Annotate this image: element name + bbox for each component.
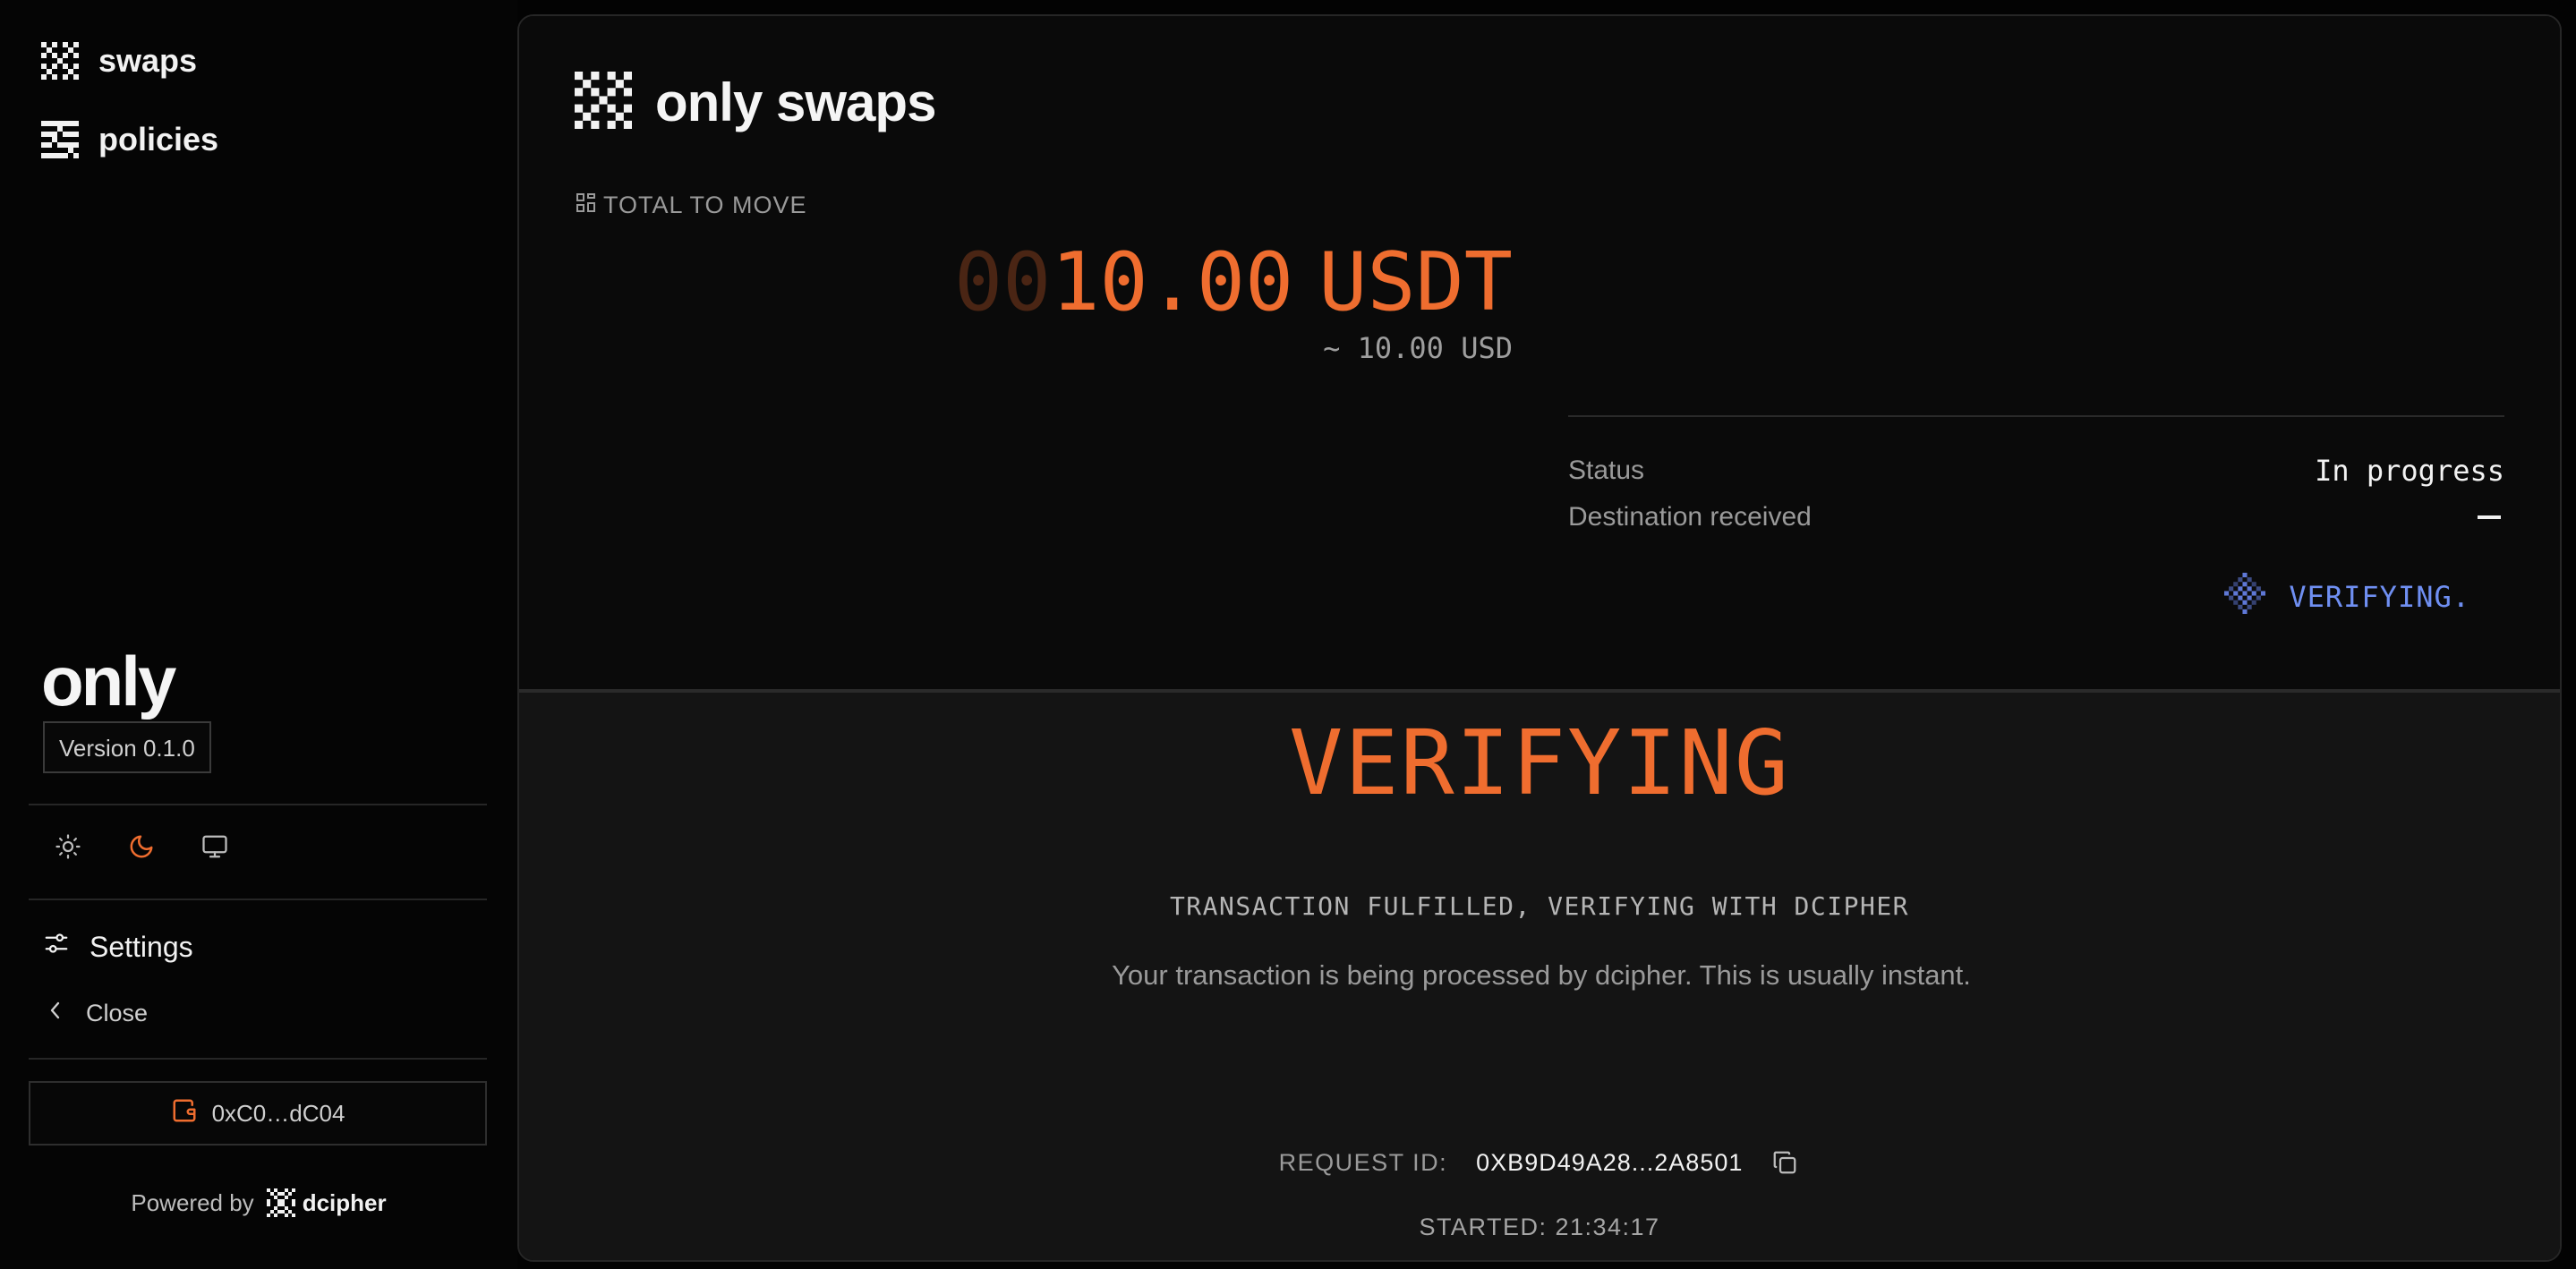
spinner-dots-icon [2224, 573, 2266, 621]
started-time: STARTED: 21:34:17 [1419, 1214, 1660, 1240]
dark-mode-button[interactable] [125, 832, 158, 864]
amount-padding: 00 [953, 235, 1052, 329]
copy-icon [1774, 1151, 1796, 1174]
verifying-badge-text: VERIFYING. [2289, 580, 2470, 614]
close-sidebar-button[interactable]: Close [47, 995, 148, 1031]
brand-logo: only [41, 642, 176, 720]
status-value: In progress [2315, 454, 2504, 488]
wallet-icon [171, 1097, 198, 1130]
wallet-button[interactable]: 0xC0…dC04 [29, 1081, 487, 1146]
nav-item-swaps[interactable]: swaps [41, 32, 197, 89]
nav-item-policies[interactable]: policies [41, 111, 218, 168]
app-title: only swaps [655, 72, 936, 132]
app-header: only swaps [575, 72, 936, 133]
close-label: Close [86, 999, 149, 1026]
coins-icon [576, 192, 596, 219]
nav-label-policies: policies [98, 121, 219, 158]
swap-amount: 0010.00 USDT [954, 238, 1513, 328]
sun-icon [55, 833, 81, 864]
sidebar-divider [29, 804, 487, 805]
info-divider [1568, 415, 2504, 417]
version-badge: Version 0.1.0 [43, 721, 211, 773]
system-mode-button[interactable] [199, 832, 231, 864]
wallet-address: 0xC0…dC04 [211, 1099, 345, 1127]
big-status-heading: VERIFYING [1289, 711, 1790, 815]
sidebar-divider [29, 899, 487, 900]
only-swaps-logo-icon [575, 72, 632, 133]
request-id-value: 0XB9D49A28...2A8501 [1476, 1148, 1744, 1176]
dcipher-brand: dcipher [302, 1188, 387, 1216]
total-to-move-label: TOTAL TO MOVE [576, 192, 807, 219]
destination-label: Destination received [1568, 502, 1812, 532]
token-symbol: USDT [1318, 235, 1513, 329]
verifying-indicator: VERIFYING. [2224, 573, 2470, 621]
dcipher-logo: dcipher [266, 1188, 387, 1217]
light-mode-button[interactable] [52, 832, 84, 864]
nav-label-swaps: swaps [98, 42, 198, 79]
settings-label: Settings [90, 930, 193, 963]
powered-by: Powered by dcipher [0, 1185, 517, 1221]
sidebar-divider [29, 1058, 487, 1060]
moon-icon [128, 833, 155, 864]
chevron-left-icon [47, 1000, 64, 1027]
total-to-move-text: TOTAL TO MOVE [603, 192, 807, 218]
verification-panel: VERIFYING TRANSACTION FULFILLED, VERIFYI… [519, 689, 2560, 1260]
status-row: Status In progress [1568, 451, 2504, 490]
powered-by-label: Powered by [131, 1188, 254, 1216]
swaps-checker-icon [41, 42, 79, 80]
monitor-icon [200, 833, 229, 864]
destination-value-dash [2478, 515, 2501, 519]
amount-value: 10.00 [1051, 235, 1294, 329]
sidebar: swaps policies only Version 0.1.0 Settin… [0, 0, 517, 1269]
sliders-icon [43, 930, 70, 964]
status-label: Status [1568, 456, 1645, 485]
destination-row: Destination received [1568, 498, 2504, 537]
copy-request-id-button[interactable] [1770, 1147, 1800, 1178]
request-id-label: REQUEST ID: [1278, 1148, 1448, 1176]
sub-status-text: TRANSACTION FULFILLED, VERIFYING WITH DC… [1169, 891, 1910, 921]
swap-summary: only swaps TOTAL TO MOVE 0010.00 USDT ~ 1… [519, 16, 2560, 689]
status-description: Your transaction is being processed by d… [1112, 959, 1971, 991]
swap-status-card: only swaps TOTAL TO MOVE 0010.00 USDT ~ 1… [517, 14, 2562, 1262]
settings-button[interactable]: Settings [43, 927, 193, 967]
usd-equivalent: ~ 10.00 USD [1323, 331, 1513, 365]
request-id-row: REQUEST ID: 0XB9D49A28...2A8501 [519, 1147, 2560, 1178]
policies-list-icon [41, 121, 79, 158]
theme-switcher [52, 832, 231, 864]
dcipher-checker-icon [266, 1188, 295, 1217]
